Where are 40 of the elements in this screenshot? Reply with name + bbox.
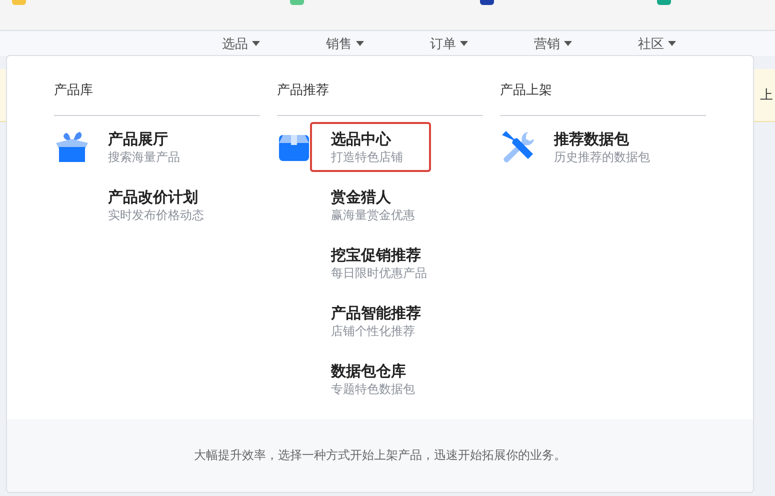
- column-heading: 产品上架: [500, 81, 706, 116]
- item-title: 产品改价计划: [108, 187, 199, 207]
- nav-menu[interactable]: 选品: [222, 31, 326, 56]
- item-subtitle: 搜索海量产品: [108, 149, 180, 165]
- item-title: 挖宝促销推荐: [331, 245, 422, 265]
- column-heading: 产品推荐: [277, 81, 483, 116]
- menu-item[interactable]: 产品智能推荐 店铺个性化推荐: [310, 296, 449, 346]
- item-subtitle: 店铺个性化推荐: [331, 323, 416, 339]
- caret-icon: [668, 41, 676, 46]
- menu-item[interactable]: 选品中心 打造特色店铺: [310, 122, 431, 172]
- footer-text: 大幅提升效率，选择一种方式开始上架产品，迅速开始拓展你的业务。: [194, 447, 566, 464]
- item-title: 产品展厅: [108, 129, 169, 149]
- menu-item[interactable]: 推荐数据包 历史推荐的数据包: [533, 122, 678, 172]
- caret-icon: [252, 41, 260, 46]
- menu-item[interactable]: 产品改价计划 实时发布价格动态: [87, 180, 232, 230]
- caret-icon: [564, 41, 572, 46]
- item-subtitle: 专题特色数据包: [331, 381, 415, 397]
- item-subtitle: 历史推荐的数据包: [554, 149, 650, 165]
- caret-icon: [460, 41, 468, 46]
- nav-menu[interactable]: 营销: [534, 31, 638, 56]
- notice-text: 上: [760, 87, 774, 104]
- nav-menu[interactable]: 订单: [430, 31, 534, 56]
- item-title: 数据包仓库: [331, 361, 407, 381]
- app-icon[interactable]: [480, 0, 494, 5]
- item-subtitle: 每日限时优惠产品: [331, 265, 427, 281]
- item-subtitle: 打造特色店铺: [331, 149, 403, 165]
- item-title: 赏金猎人: [331, 187, 392, 207]
- caret-icon: [356, 41, 364, 46]
- nav-menu[interactable]: 销售: [326, 31, 430, 56]
- item-title: 推荐数据包: [554, 129, 630, 149]
- menu-item[interactable]: 产品展厅 搜索海量产品: [87, 122, 208, 172]
- nav-menu[interactable]: 社区: [638, 31, 742, 56]
- menu-item[interactable]: 数据包仓库 专题特色数据包: [310, 354, 443, 404]
- item-title: 产品智能推荐: [331, 303, 421, 323]
- column-heading: 产品库: [54, 81, 260, 116]
- item-subtitle: 赢海量赏金优惠: [331, 207, 415, 223]
- item-subtitle: 实时发布价格动态: [108, 207, 204, 223]
- menu-item[interactable]: 挖宝促销推荐 每日限时优惠产品: [310, 238, 455, 288]
- menu-item[interactable]: 赏金猎人 赢海量赏金优惠: [310, 180, 443, 230]
- item-title: 选品中心: [331, 129, 392, 149]
